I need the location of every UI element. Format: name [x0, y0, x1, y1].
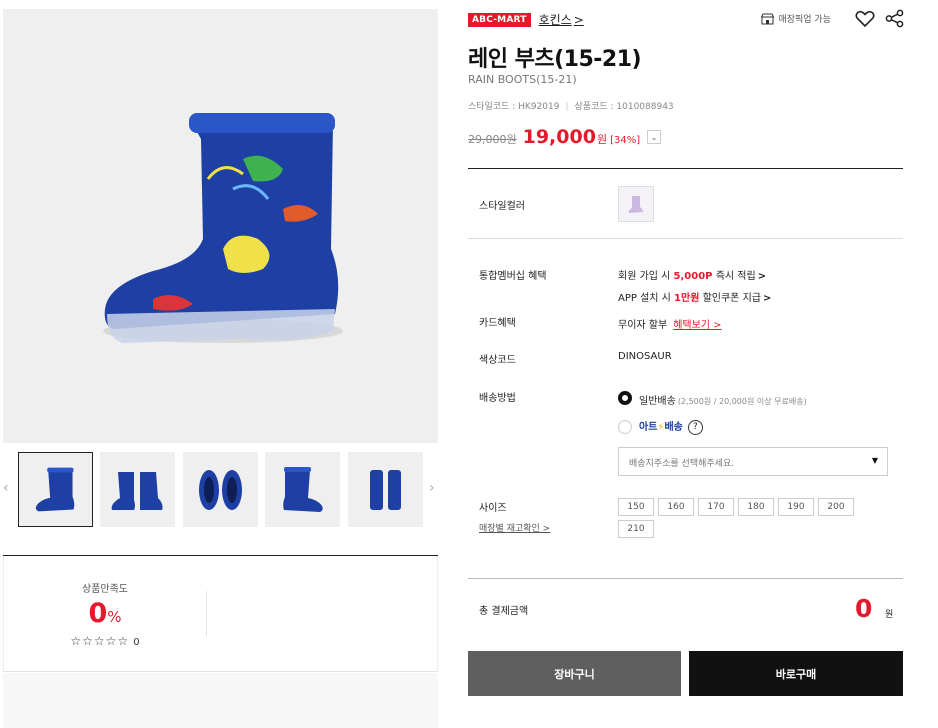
benefit-1-prefix: 회원 가입 시: [618, 271, 674, 282]
size-option[interactable]: 180: [738, 498, 774, 516]
product-codes: 스타일코드 : HK92019 | 상품코드 : 1010088943: [468, 99, 674, 112]
add-to-cart-button[interactable]: 장바구니: [468, 651, 681, 696]
review-list-area: [3, 673, 438, 728]
brand-badge: ABC-MART: [468, 12, 531, 27]
benefit-1-highlight: 5,000P: [673, 271, 713, 282]
store-stock-link[interactable]: 매장별 재고확인 >: [479, 521, 550, 534]
star-rating: ☆☆☆☆☆ 0: [4, 634, 206, 648]
membership-benefit-1[interactable]: 회원 가입 시 5,000P 즉시 적립 >: [618, 267, 766, 282]
original-price: 29,000원: [468, 133, 517, 146]
color-code-label: 색상코드: [479, 355, 516, 366]
satisfaction-unit: %: [107, 608, 122, 626]
review-summary: 상품만족도 0% ☆☆☆☆☆ 0: [3, 555, 438, 728]
benefit-2-prefix: APP 설치 시: [618, 293, 675, 304]
size-option[interactable]: 160: [658, 498, 694, 516]
currency-unit: 원: [596, 133, 608, 146]
thumbnail-strip: ‹ ›: [0, 450, 440, 528]
benefit-2-suffix: 할인쿠폰 지급: [699, 293, 761, 304]
thumbnail-item[interactable]: [100, 452, 175, 527]
chevron-right-icon: >: [762, 293, 772, 304]
main-product-image: [3, 9, 438, 443]
thumbnail-prev-icon[interactable]: ‹: [3, 480, 9, 496]
color-code-value: DINOSAUR: [618, 351, 672, 362]
thumbnail-next-icon[interactable]: ›: [429, 480, 435, 496]
thumbnail-item[interactable]: [348, 452, 423, 527]
product-code: 상품코드 : 1010088943: [574, 102, 674, 112]
section-divider: [468, 238, 903, 239]
pickup-label: 매장픽업 가능: [778, 15, 831, 25]
brand-link-label: 호킨스: [538, 13, 572, 27]
top-actions: 매장픽업 가능: [761, 9, 905, 28]
size-option[interactable]: 200: [818, 498, 854, 516]
shipping-art-option[interactable]: 아트⚡배송?: [639, 418, 703, 435]
code-separator: |: [565, 102, 569, 112]
chevron-right-icon: >: [573, 13, 584, 27]
address-placeholder: 배송지주소를 선택해주세요.: [629, 459, 735, 469]
benefit-1-suffix: 즉시 적립: [712, 271, 756, 282]
caret-down-icon: ▼: [871, 456, 878, 465]
shipping-normal-option[interactable]: 일반배송 (2,500원 / 20,000원 이상 무료배송): [639, 392, 807, 407]
review-panel: 상품만족도 0% ☆☆☆☆☆ 0: [3, 556, 438, 672]
card-benefit-label: 카드혜택: [479, 318, 516, 329]
benefit-2-highlight: 1만원: [674, 293, 700, 304]
card-benefit-link[interactable]: 혜택보기 >: [673, 320, 721, 331]
style-code: 스타일코드 : HK92019: [468, 102, 560, 112]
thumbnail-item[interactable]: [265, 452, 340, 527]
store-icon: [761, 13, 775, 24]
size-label: 사이즈: [479, 503, 507, 514]
satisfaction-percent: 0%: [4, 598, 206, 629]
help-icon[interactable]: ?: [687, 419, 703, 435]
product-subtitle: RAIN BOOTS(15-21): [468, 73, 577, 86]
shipping-label: 배송방법: [479, 393, 516, 404]
satisfaction-label: 상품만족도: [82, 584, 128, 595]
heart-icon[interactable]: [855, 10, 875, 28]
product-title: 레인 부츠(15-21): [468, 47, 642, 72]
chevron-down-icon[interactable]: ⌄: [647, 130, 662, 144]
art-shipping-logo: 아트⚡배송: [639, 422, 683, 433]
thumbnail-item[interactable]: [183, 452, 258, 527]
review-count: 0: [133, 637, 140, 648]
shipping-normal-label: 일반배송: [639, 396, 676, 407]
size-option[interactable]: 170: [698, 498, 734, 516]
sale-price: 19,000: [522, 126, 596, 148]
color-swatch[interactable]: [618, 186, 654, 222]
rain-boot-illustration: [103, 113, 343, 343]
shipping-normal-note: (2,500원 / 20,000원 이상 무료배송): [677, 397, 807, 406]
card-benefit-text: 무이자 할부: [618, 320, 668, 331]
address-select[interactable]: 배송지주소를 선택해주세요. ▼: [618, 447, 888, 476]
style-color-label: 스타일컬러: [479, 201, 525, 212]
section-divider: [468, 578, 903, 579]
total-label: 총 결제금액: [479, 606, 529, 617]
share-icon[interactable]: [885, 9, 905, 28]
chevron-right-icon: >: [757, 271, 767, 282]
review-divider: [206, 591, 207, 636]
buy-now-button[interactable]: 바로구매: [689, 651, 903, 696]
size-option[interactable]: 210: [618, 520, 654, 538]
size-option[interactable]: 190: [778, 498, 814, 516]
shipping-normal-radio[interactable]: [618, 391, 632, 405]
art-shipping-suffix: 배송: [664, 422, 683, 433]
membership-label: 통합멤버십 혜택: [479, 271, 547, 282]
store-pickup: 매장픽업 가능: [761, 12, 831, 25]
satisfaction-value: 0: [88, 598, 108, 629]
star-icons: ☆☆☆☆☆: [70, 634, 130, 648]
art-shipping-prefix: 아트: [639, 422, 658, 433]
boot-swatch-icon: [628, 196, 643, 213]
section-divider: [468, 168, 903, 169]
shipping-art-radio[interactable]: [618, 420, 632, 434]
discount-rate: [34%]: [610, 135, 641, 146]
brand-link[interactable]: 호킨스 >: [539, 11, 584, 28]
card-benefit: 무이자 할부 혜택보기 >: [618, 316, 722, 331]
price-row: 29,000원 19,000 원 [34%] ⌄: [468, 126, 662, 148]
thumbnail-item[interactable]: [18, 452, 93, 527]
total-unit: 원: [885, 610, 894, 620]
brand-row: ABC-MART 호킨스 >: [468, 11, 584, 28]
membership-benefit-2[interactable]: APP 설치 시 1만원 할인쿠폰 지급 >: [618, 289, 771, 304]
total-amount: 0: [855, 594, 873, 623]
size-option[interactable]: 150: [618, 498, 654, 516]
